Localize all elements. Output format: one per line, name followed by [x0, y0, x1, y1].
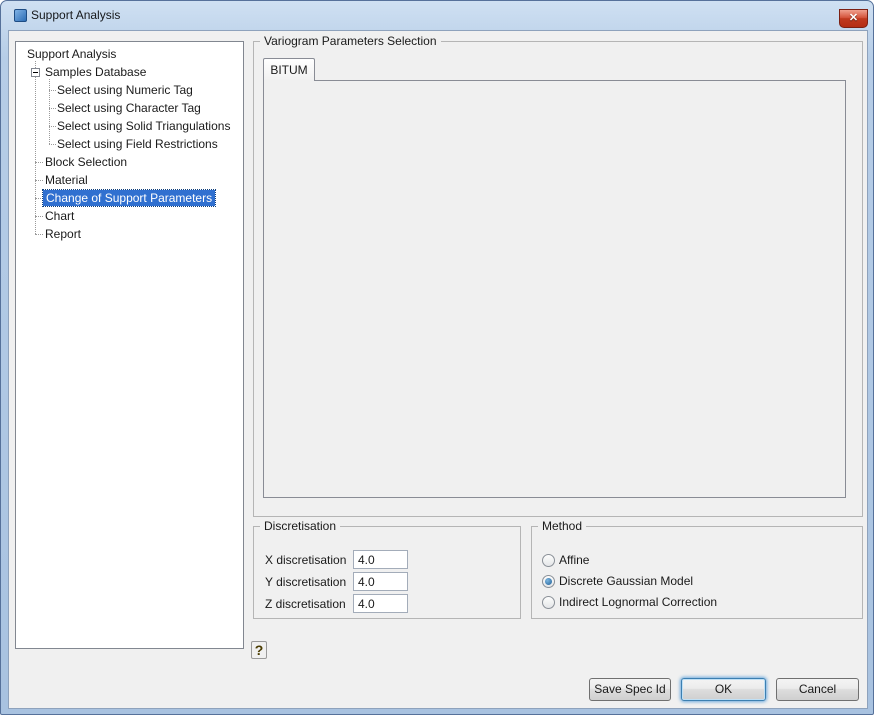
cancel-button[interactable]: Cancel: [776, 678, 859, 701]
tree-guide-line: [49, 144, 56, 145]
tree-item-chart[interactable]: Chart: [45, 208, 74, 224]
tree-item-block-selection[interactable]: Block Selection: [45, 154, 127, 170]
radio-affine[interactable]: [542, 554, 555, 567]
discrete-gaussian-model-label: Discrete Gaussian Model: [559, 574, 693, 588]
tree-item-report[interactable]: Report: [45, 226, 81, 242]
x-discretisation-input[interactable]: [353, 550, 408, 569]
ok-button[interactable]: OK: [681, 678, 766, 701]
y-discretisation-input[interactable]: [353, 572, 408, 591]
tree-item-change-of-support-parameters[interactable]: Change of Support Parameters: [43, 190, 215, 206]
y-discretisation-label: Y discretisation: [265, 575, 346, 589]
tree-guide-line: [35, 61, 36, 234]
discretisation-group-title: Discretisation: [260, 519, 340, 533]
affine-label: Affine: [559, 553, 589, 567]
titlebar[interactable]: Support Analysis ✕: [1, 1, 873, 30]
z-discretisation-input[interactable]: [353, 594, 408, 613]
tree-guide-line: [49, 79, 50, 144]
indirect-lognormal-correction-label: Indirect Lognormal Correction: [559, 595, 717, 609]
radio-discrete-gaussian-model[interactable]: [542, 575, 555, 588]
tree-item-support-analysis[interactable]: Support Analysis: [27, 46, 116, 62]
collapse-icon[interactable]: [31, 68, 40, 77]
tab-bitum[interactable]: BITUM: [263, 58, 315, 81]
tree-guide-line: [35, 180, 43, 181]
tree-item-select-character-tag[interactable]: Select using Character Tag: [57, 100, 201, 116]
tree-guide-line: [35, 162, 43, 163]
tree-item-select-field-restrictions[interactable]: Select using Field Restrictions: [57, 136, 218, 152]
z-discretisation-label: Z discretisation: [265, 597, 346, 611]
variogram-group-title: Variogram Parameters Selection: [260, 34, 441, 48]
app-icon: [14, 9, 27, 22]
tree-guide-line: [49, 90, 56, 91]
save-spec-id-button[interactable]: Save Spec Id: [589, 678, 671, 701]
tree-guide-line: [35, 234, 43, 235]
tree-item-samples-database[interactable]: Samples Database: [45, 64, 146, 80]
tree-guide-line: [49, 108, 56, 109]
tree-guide-line: [49, 126, 56, 127]
radio-indirect-lognormal-correction[interactable]: [542, 596, 555, 609]
close-button[interactable]: ✕: [839, 9, 868, 28]
tree-item-select-solid-triangulations[interactable]: Select using Solid Triangulations: [57, 118, 230, 134]
window-title: Support Analysis: [31, 8, 120, 22]
support-analysis-dialog: Support Analysis ✕ Support Analysis Samp…: [0, 0, 874, 715]
x-discretisation-label: X discretisation: [265, 553, 346, 567]
tree-guide-line: [35, 216, 43, 217]
tree-item-material[interactable]: Material: [45, 172, 88, 188]
bitum-tab-panel: [263, 80, 846, 498]
tree-guide-line: [35, 198, 43, 199]
tree-item-select-numeric-tag[interactable]: Select using Numeric Tag: [57, 82, 193, 98]
help-button[interactable]: ?: [251, 641, 267, 659]
method-group-title: Method: [538, 519, 586, 533]
